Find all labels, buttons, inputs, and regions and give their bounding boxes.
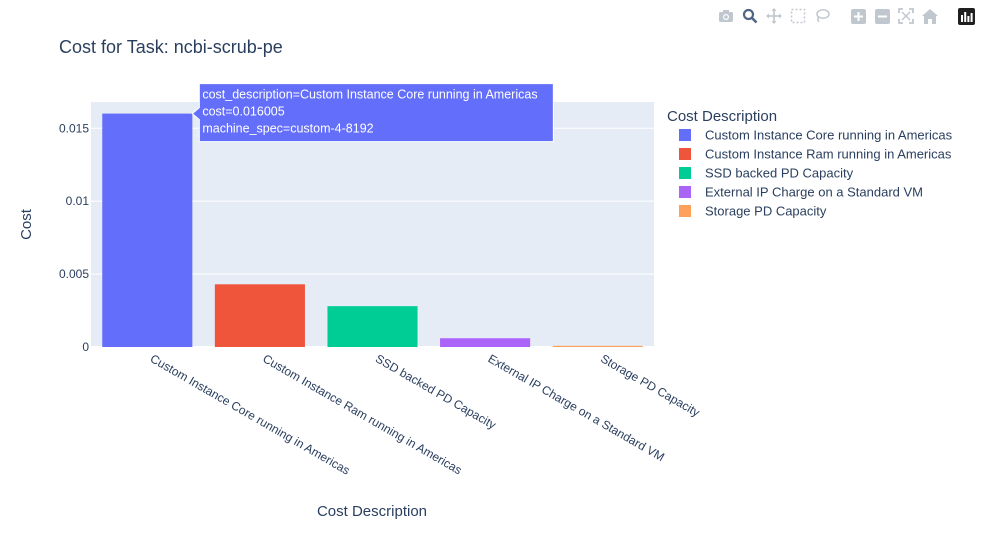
x-tick-label: Custom Instance Core running in Americas xyxy=(148,351,353,477)
legend-swatch[interactable] xyxy=(679,205,691,217)
legend-item-label[interactable]: Storage PD Capacity xyxy=(705,204,827,219)
x-tick-label: Custom Instance Ram running in Americas xyxy=(260,351,464,477)
legend-item-label[interactable]: SSD backed PD Capacity xyxy=(705,166,854,181)
legend-swatch[interactable] xyxy=(679,186,691,198)
x-axis-ticks: Custom Instance Core running in Americas… xyxy=(148,351,702,477)
y-tick-label: 0.01 xyxy=(66,194,90,208)
legend-swatch[interactable] xyxy=(679,129,691,141)
chart-title: Cost for Task: ncbi-scrub-pe xyxy=(59,37,283,57)
bar[interactable] xyxy=(214,284,305,347)
bar[interactable] xyxy=(327,306,418,347)
bar[interactable] xyxy=(552,345,643,347)
bar[interactable] xyxy=(440,338,531,347)
y-axis-ticks: 0 0.005 0.01 0.015 xyxy=(59,121,89,354)
y-tick-label: 0.015 xyxy=(59,121,89,135)
legend-item-label[interactable]: External IP Charge on a Standard VM xyxy=(705,185,923,200)
legend: Cost Description Custom Instance Core ru… xyxy=(667,108,953,219)
hover-line: cost_description=Custom Instance Core ru… xyxy=(202,88,537,102)
y-axis-title: Cost xyxy=(18,208,35,240)
y-tick-label: 0 xyxy=(82,340,89,354)
legend-item-label[interactable]: Custom Instance Ram running in Americas xyxy=(705,147,952,162)
legend-title: Cost Description xyxy=(667,108,777,125)
x-axis-title: Cost Description xyxy=(317,503,427,520)
hover-tooltip: cost_description=Custom Instance Core ru… xyxy=(191,83,554,143)
hover-line: machine_spec=custom-4-8192 xyxy=(202,122,373,136)
x-tick-label: SSD backed PD Capacity xyxy=(373,351,498,431)
legend-item-label[interactable]: Custom Instance Core running in Americas xyxy=(705,128,953,143)
x-tick-label: Storage PD Capacity xyxy=(598,351,702,419)
hover-line: cost=0.016005 xyxy=(202,105,284,119)
x-tick-label: External IP Charge on a Standard VM xyxy=(486,351,667,464)
legend-swatch[interactable] xyxy=(679,148,691,160)
y-tick-label: 0.005 xyxy=(59,267,89,281)
bar[interactable] xyxy=(102,113,193,347)
bar-chart: Cost for Task: ncbi-scrub-pe 00.0050.010… xyxy=(18,37,953,520)
legend-swatch[interactable] xyxy=(679,167,691,179)
